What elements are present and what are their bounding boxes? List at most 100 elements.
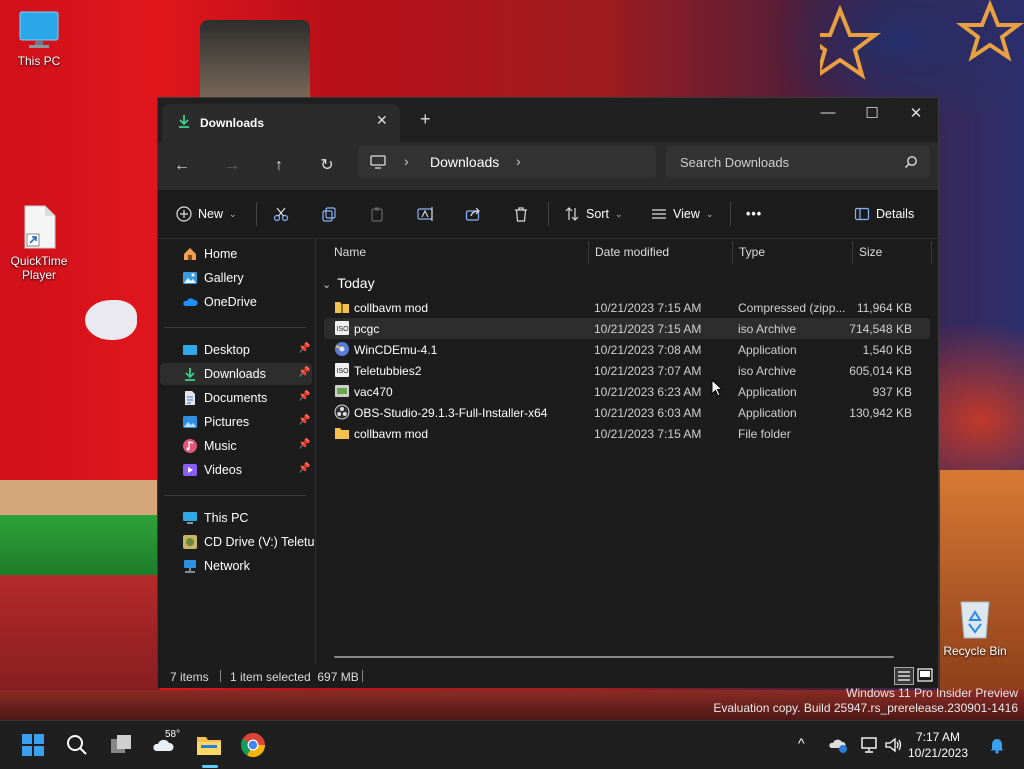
column-divider[interactable]: [732, 241, 733, 265]
pin-icon[interactable]: 📌: [298, 439, 310, 450]
more-icon: •••: [746, 207, 763, 221]
copy-button[interactable]: [321, 202, 337, 226]
table-row[interactable]: ISO Teletubbies2 10/21/2023 7:07 AM iso …: [324, 360, 930, 381]
breadcrumb[interactable]: › Downloads ›: [358, 146, 656, 178]
desktop-icon-recycle-bin[interactable]: Recycle Bin: [940, 596, 1010, 658]
file-name: WinCDEmu-4.1: [354, 343, 438, 357]
maximize-button[interactable]: ☐: [850, 104, 894, 130]
notification-bell-icon[interactable]: [988, 736, 1006, 754]
table-row[interactable]: collbavm mod 10/21/2023 7:15 AM File fol…: [324, 423, 930, 444]
desktop-icon-label: This PC: [17, 54, 61, 68]
minimize-button[interactable]: —: [806, 104, 850, 130]
forward-button[interactable]: →: [218, 153, 246, 181]
file-name: vac470: [354, 385, 393, 399]
column-divider[interactable]: [588, 241, 589, 265]
nav-item-gallery[interactable]: Gallery: [160, 267, 312, 289]
task-view-icon[interactable]: [107, 731, 135, 759]
new-button[interactable]: New ⌄: [176, 202, 237, 226]
desktop-icon-this-pc[interactable]: This PC: [4, 10, 74, 68]
item-count: 7 items: [170, 670, 209, 684]
refresh-button[interactable]: ↻: [313, 153, 341, 181]
videos-icon: [183, 464, 197, 476]
installer-icon: [335, 385, 349, 397]
desktop-icon-quicktime[interactable]: QuickTime Player: [4, 204, 74, 282]
group-header[interactable]: ⌄ Today: [322, 275, 375, 291]
file-explorer-icon[interactable]: [195, 731, 223, 759]
breadcrumb-current[interactable]: Downloads: [430, 154, 499, 170]
search-icon[interactable]: [63, 731, 91, 759]
trash-icon: [515, 207, 527, 222]
copy-icon: [322, 207, 336, 222]
new-tab-button[interactable]: +: [420, 109, 431, 130]
nav-item-desktop[interactable]: Desktop 📌: [160, 339, 312, 361]
column-header-type[interactable]: Type: [739, 245, 765, 259]
start-button[interactable]: [19, 731, 47, 759]
up-button[interactable]: ↑: [265, 153, 293, 181]
column-header-date[interactable]: Date modified: [595, 245, 669, 259]
pin-icon[interactable]: 📌: [298, 367, 310, 378]
chrome-icon[interactable]: [239, 731, 267, 759]
column-divider[interactable]: [852, 241, 853, 265]
monitor-icon: [19, 11, 59, 48]
tiles-view-toggle[interactable]: [916, 667, 934, 683]
sort-button[interactable]: Sort ⌄: [564, 202, 622, 226]
share-button[interactable]: [465, 202, 481, 226]
horizontal-scrollbar[interactable]: [334, 656, 894, 658]
nav-label: Network: [204, 559, 250, 573]
details-view-toggle[interactable]: [894, 667, 914, 685]
search-box[interactable]: Search Downloads: [666, 146, 930, 178]
table-row[interactable]: vac470 10/21/2023 6:23 AM Application 93…: [324, 381, 930, 402]
table-row[interactable]: WinCDEmu-4.1 10/21/2023 7:08 AM Applicat…: [324, 339, 930, 360]
network-icon[interactable]: [860, 736, 880, 754]
file-size: 937 KB: [872, 385, 912, 399]
cloud-icon: [183, 298, 198, 306]
nav-item-music[interactable]: Music 📌: [160, 435, 312, 457]
view-button[interactable]: View ⌄: [651, 202, 713, 226]
clock[interactable]: 7:17 AM 10/21/2023: [902, 729, 974, 761]
tab-downloads[interactable]: Downloads ✕: [162, 104, 400, 142]
recycle-bin-icon: [960, 601, 990, 639]
chevron-right-icon[interactable]: ›: [404, 153, 409, 169]
download-arrow-icon: [179, 115, 189, 128]
nav-item-network[interactable]: Network: [160, 555, 312, 577]
table-row[interactable]: collbavm mod 10/21/2023 7:15 AM Compress…: [324, 297, 930, 318]
search-input[interactable]: Search Downloads: [680, 155, 789, 170]
paste-button[interactable]: [369, 202, 385, 226]
pin-icon[interactable]: 📌: [298, 463, 310, 474]
table-row[interactable]: ISO pcgc 10/21/2023 7:15 AM iso Archive …: [324, 318, 930, 339]
nav-item-cd-drive[interactable]: CD Drive (V:) Teletubbies: [160, 531, 314, 553]
pin-icon[interactable]: 📌: [298, 415, 310, 426]
show-hidden-icons[interactable]: ^: [798, 735, 805, 751]
column-header-name[interactable]: Name: [334, 245, 366, 259]
mouse-cursor-icon: [711, 379, 723, 397]
nav-item-documents[interactable]: Documents 📌: [160, 387, 312, 409]
nav-item-this-pc[interactable]: This PC: [160, 507, 312, 529]
table-row[interactable]: OBS-Studio-29.1.3-Full-Installer-x64 10/…: [324, 402, 930, 423]
column-divider[interactable]: [931, 241, 932, 265]
chevron-down-icon: ⌄: [322, 279, 332, 291]
scissors-icon: [273, 207, 289, 222]
file-date: 10/21/2023 7:07 AM: [594, 364, 702, 378]
close-window-button[interactable]: ✕: [894, 104, 938, 130]
nav-item-home[interactable]: Home: [160, 243, 312, 265]
column-header-size[interactable]: Size: [859, 245, 882, 259]
close-tab-icon[interactable]: ✕: [376, 112, 388, 129]
chevron-right-icon[interactable]: ›: [516, 153, 521, 169]
onedrive-status-icon[interactable]: [828, 736, 848, 754]
delete-button[interactable]: [513, 202, 529, 226]
back-button[interactable]: ←: [168, 153, 196, 181]
volume-icon[interactable]: [884, 736, 904, 754]
nav-item-pictures[interactable]: Pictures 📌: [160, 411, 312, 433]
pin-icon[interactable]: 📌: [298, 343, 310, 354]
details-pane-button[interactable]: Details: [854, 202, 914, 226]
more-options-button[interactable]: •••: [746, 202, 762, 226]
rename-button[interactable]: [417, 202, 435, 226]
cut-button[interactable]: [273, 202, 289, 226]
nav-label: This PC: [204, 511, 249, 525]
nav-item-onedrive[interactable]: OneDrive: [160, 291, 312, 313]
tiles-view-icon: [917, 668, 933, 682]
nav-item-downloads[interactable]: Downloads 📌: [160, 363, 312, 385]
pin-icon[interactable]: 📌: [298, 391, 310, 402]
file-size: 714,548 KB: [849, 322, 912, 336]
nav-item-videos[interactable]: Videos 📌: [160, 459, 312, 481]
